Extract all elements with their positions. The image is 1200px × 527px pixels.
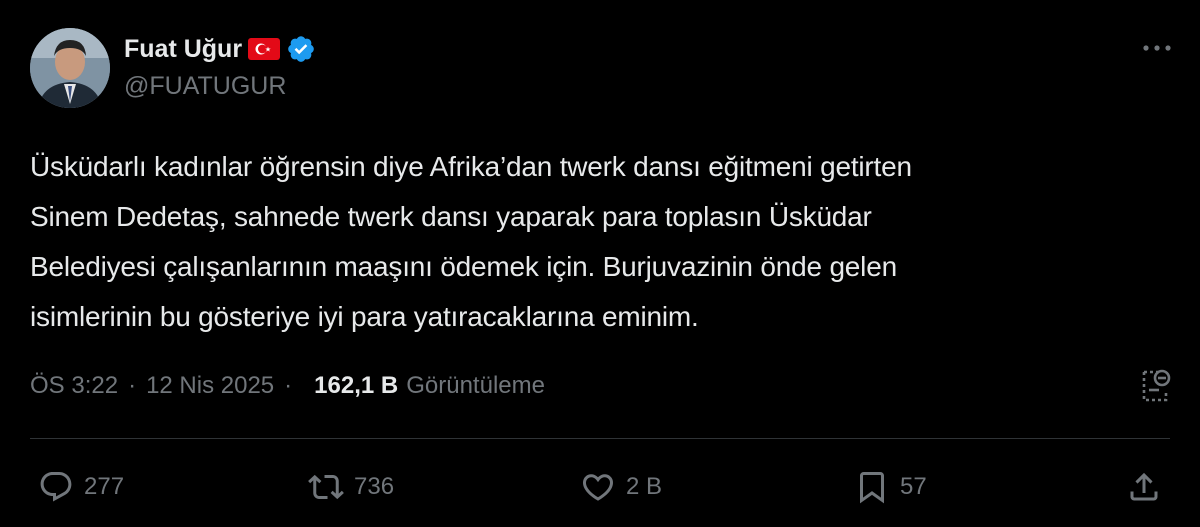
more-icon[interactable] bbox=[1140, 36, 1174, 60]
share-button[interactable] bbox=[1126, 464, 1162, 510]
reply-button[interactable]: 277 bbox=[38, 464, 124, 510]
repost-icon bbox=[308, 474, 344, 500]
author-handle[interactable]: @FUATUGUR bbox=[124, 72, 286, 101]
action-bar: 277 736 2 B 57 bbox=[30, 464, 1170, 510]
bookmark-button[interactable]: 57 bbox=[854, 464, 927, 510]
repost-count: 736 bbox=[354, 473, 395, 500]
tweet-line: Sinem Dedetaş, sahnede twerk dansı yapar… bbox=[30, 201, 872, 232]
divider bbox=[30, 438, 1170, 439]
like-button[interactable]: 2 B bbox=[580, 464, 662, 510]
views-count[interactable]: 162,1 B bbox=[314, 372, 398, 400]
tweet-time[interactable]: ÖS 3:22 bbox=[30, 372, 118, 400]
meta-separator: · bbox=[284, 372, 293, 399]
tweet-text: Üsküdarlı kadınlar öğrensin diye Afrika’… bbox=[30, 142, 1170, 342]
tweet-line: isimlerinin bu gösteriye iyi para yatıra… bbox=[30, 301, 699, 332]
tweet-line: Üsküdarlı kadınlar öğrensin diye Afrika’… bbox=[30, 151, 912, 182]
turkey-flag-icon bbox=[248, 38, 281, 60]
avatar[interactable] bbox=[30, 28, 110, 108]
tweet-date[interactable]: 12 Nis 2025 bbox=[146, 372, 274, 400]
like-count: 2 B bbox=[626, 473, 663, 500]
author-name-row: Fuat Uğur bbox=[124, 32, 316, 66]
bookmark-icon bbox=[860, 472, 884, 504]
like-icon bbox=[582, 474, 614, 501]
share-icon bbox=[1130, 472, 1158, 501]
bookmark-count: 57 bbox=[900, 473, 927, 500]
verified-badge-icon bbox=[288, 36, 314, 62]
reply-count: 277 bbox=[84, 473, 125, 500]
meta-separator: · bbox=[128, 372, 137, 399]
author-name[interactable]: Fuat Uğur bbox=[124, 35, 242, 64]
tweet-line: Belediyesi çalışanlarının maaşını ödemek… bbox=[30, 251, 897, 282]
reply-icon bbox=[40, 472, 72, 502]
repost-button[interactable]: 736 bbox=[308, 464, 394, 510]
grok-icon[interactable] bbox=[1138, 368, 1172, 404]
avatar-image bbox=[30, 28, 110, 108]
views-label[interactable]: Görüntüleme bbox=[406, 372, 545, 400]
tweet-meta: ÖS 3:22 · 12 Nis 2025 · 162,1 B Görüntül… bbox=[30, 366, 545, 406]
